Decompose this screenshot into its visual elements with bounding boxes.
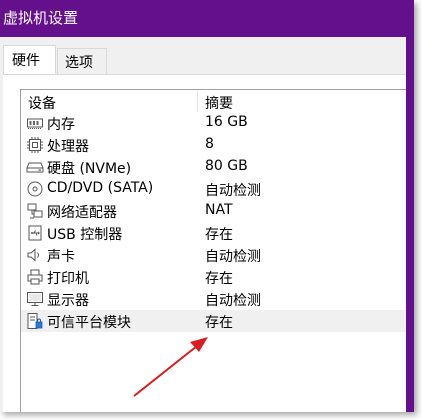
tpm-icon [27,313,43,329]
column-header-summary[interactable]: 摘要 [205,93,233,113]
device-name: USB 控制器 [47,227,123,243]
memory-icon [27,118,43,129]
window-title: 虚拟机设置 [0,0,414,37]
device-name: 内存 [47,117,75,133]
list-header: 设备 摘要 [21,90,414,112]
device-name: 显示器 [47,293,89,309]
device-row-tpm[interactable]: 可信平台模块 存在 [21,310,414,332]
column-divider[interactable] [197,90,198,112]
device-summary: 自动检测 [205,183,261,199]
device-summary: 自动检测 [205,249,261,265]
device-row-usb-controller[interactable]: USB 控制器 存在 [21,222,414,244]
device-name: 声卡 [47,249,75,265]
hardware-panel: 设备 摘要 内存 16 GB 处理器 8 硬盘 (NVMe) 80 GB CD/… [3,74,414,412]
network-adapter-icon [27,203,43,219]
device-row-display[interactable]: 显示器 自动检测 [21,288,414,310]
device-summary: 存在 [205,227,233,243]
device-row-printer[interactable]: 打印机 存在 [21,266,414,288]
tab-options[interactable]: 选项 [57,48,107,74]
display-icon [27,292,43,306]
device-name: 硬盘 (NVMe) [47,161,132,177]
tab-hardware[interactable]: 硬件 [3,45,56,76]
device-row-processor[interactable]: 处理器 8 [21,134,414,156]
device-name: CD/DVD (SATA) [47,180,154,196]
device-summary: 存在 [205,271,233,287]
device-row-hard-disk[interactable]: 硬盘 (NVMe) 80 GB [21,156,414,178]
hard-disk-icon [26,162,44,173]
device-name: 打印机 [47,271,89,287]
device-summary: 8 [205,136,214,152]
device-summary: 80 GB [205,158,248,174]
device-name: 网络适配器 [47,205,117,221]
vm-settings-window: 虚拟机设置 硬件 选项 设备 摘要 内存 16 GB 处理器 8 硬盘 (NVM… [0,0,414,412]
device-summary: 16 GB [205,114,248,130]
device-summary: NAT [205,202,233,218]
device-row-memory[interactable]: 内存 16 GB [21,112,414,134]
device-name: 可信平台模块 [47,315,131,331]
cd-dvd-icon [27,181,43,197]
device-row-cd-dvd[interactable]: CD/DVD (SATA) 自动检测 [21,178,414,200]
processor-icon [27,137,43,153]
tab-strip: 硬件 选项 [0,37,414,76]
column-header-device[interactable]: 设备 [28,93,56,113]
device-row-sound-card[interactable]: 声卡 自动检测 [21,244,414,266]
usb-controller-icon [28,225,42,241]
device-list[interactable]: 设备 摘要 内存 16 GB 处理器 8 硬盘 (NVMe) 80 GB CD/… [20,89,414,412]
device-name: 处理器 [47,139,89,155]
device-summary: 自动检测 [205,293,261,309]
printer-icon [27,269,43,285]
purple-right-border [406,0,414,412]
device-summary: 存在 [205,315,233,331]
device-row-network-adapter[interactable]: 网络适配器 NAT [21,200,414,222]
sound-card-icon [27,248,39,262]
